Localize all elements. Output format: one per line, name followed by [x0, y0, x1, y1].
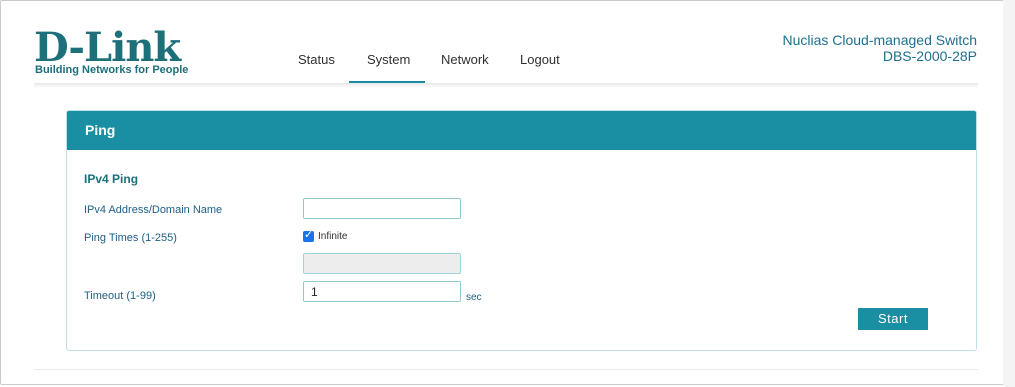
product-info: Nuclias Cloud-managed Switch DBS-2000-28…: [782, 32, 977, 64]
product-line: Nuclias Cloud-managed Switch: [782, 32, 977, 48]
timeout-label: Timeout (1-99): [84, 290, 156, 302]
checkmark-icon: ✓: [304, 229, 314, 241]
nav-system[interactable]: System: [367, 52, 410, 67]
dlink-logo: D-Link Building Networks for People: [34, 24, 188, 78]
nav-network[interactable]: Network: [441, 52, 489, 67]
window-edge: [1003, 0, 1015, 387]
panel-title: Ping: [85, 122, 116, 138]
ping-times-input[interactable]: [303, 253, 461, 274]
nav-logout[interactable]: Logout: [520, 52, 560, 67]
header-divider: [34, 83, 978, 88]
timeout-unit: sec: [466, 292, 482, 303]
ping-times-label: Ping Times (1-255): [84, 232, 177, 244]
footer-divider: [34, 369, 978, 370]
logo-brand: D-Link: [34, 24, 181, 71]
product-model: DBS-2000-28P: [882, 48, 977, 64]
logo-tagline: Building Networks for People: [35, 64, 189, 76]
infinite-label: Infinite: [318, 231, 348, 242]
address-input[interactable]: [303, 198, 461, 219]
panel-header: Ping: [67, 111, 976, 150]
timeout-input[interactable]: [303, 281, 461, 302]
nav-status[interactable]: Status: [298, 52, 335, 67]
start-button[interactable]: Start: [858, 308, 928, 330]
infinite-checkbox[interactable]: ✓: [303, 229, 314, 242]
section-title: IPv4 Ping: [84, 172, 139, 186]
ping-panel: Ping IPv4 Ping IPv4 Address/Domain Name …: [66, 110, 977, 351]
address-label: IPv4 Address/Domain Name: [84, 204, 223, 216]
